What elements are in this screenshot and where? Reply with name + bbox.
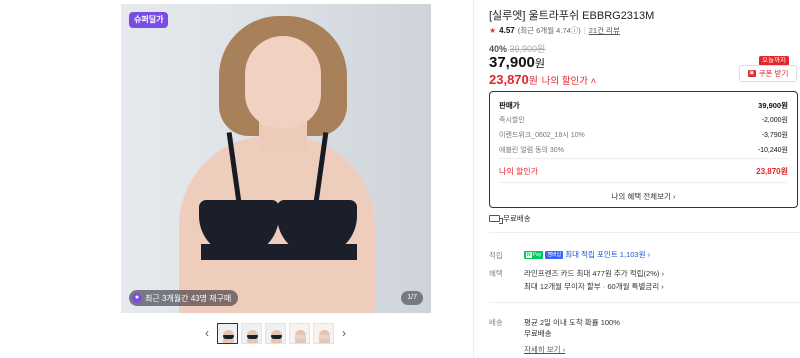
thumbnail-2-bra	[247, 334, 258, 339]
discount-rate: 40%	[489, 44, 508, 54]
price-breakdown-box: 판매가 39,900원 즉시할인 -2,000원 이랜드위크_0602_18시 …	[489, 91, 798, 208]
rating-score: 4.57	[499, 26, 515, 35]
pb-divider	[499, 182, 788, 183]
pb-my-price-value: 23,870원	[756, 167, 788, 176]
review-link[interactable]: 21건 리뷰	[589, 25, 620, 36]
super-deal-badge: 슈퍼딜가	[129, 12, 169, 28]
my-price-toggle[interactable]: 나의 할인가 ˄	[542, 76, 597, 87]
free-shipping-row: 무료배송	[489, 213, 531, 224]
pb-discount-value: -10,240원	[757, 147, 788, 154]
star-icon: ★	[489, 26, 497, 35]
accrual-value[interactable]: N Pay 멤버십 최대 적립 포인트 1,103원 ›	[524, 249, 650, 260]
thumbnail-1[interactable]	[217, 322, 238, 344]
pb-discount-value: -3,790원	[761, 132, 788, 139]
pb-discount-row: 에블린 얼럼 동의 30% -10,240원	[499, 145, 788, 155]
membership-icon: 멤버십	[545, 251, 564, 260]
pb-discount-label: 이랜드위크_0602_18시 10%	[499, 132, 585, 139]
thumbnail-prev-icon[interactable]: ‹	[200, 326, 214, 340]
thumbnail-2[interactable]	[241, 322, 262, 344]
delivery-label: 배송	[489, 318, 503, 327]
pb-my-price-label: 나의 할인가	[499, 167, 539, 176]
thumbnail-4-bra	[295, 334, 306, 339]
accrual-label: 적립	[489, 251, 503, 260]
pb-discount-row: 이랜드위크_0602_18시 10% -3,790원	[499, 130, 788, 140]
rating-recent: (최근 6개월 4.74ⓘ)	[517, 26, 581, 35]
pb-discount-label: 즉시할인	[499, 117, 525, 124]
main-product-image[interactable]: 슈퍼딜가 ● 최근 3개월간 43명 재구매 1/7	[121, 4, 431, 313]
image-counter: 1/7	[401, 291, 423, 305]
sale-price-value: 37,900	[489, 54, 535, 71]
pb-sale-row: 판매가 39,900원	[499, 100, 788, 111]
delivery-more-link[interactable]: 자세히 보기 ›	[524, 344, 565, 355]
pb-discount-value: -2,000원	[761, 117, 788, 124]
coupon-button-label: 쿠폰 받기	[758, 69, 789, 78]
section-divider	[489, 232, 800, 233]
pb-discount-label: 에블린 얼럼 동의 30%	[499, 147, 564, 154]
thumbnail-5[interactable]	[313, 322, 334, 344]
truck-icon	[489, 215, 503, 224]
pb-discount-row: 즉시할인 -2,000원	[499, 115, 788, 125]
point-link[interactable]: 최대 적립 포인트 1,103원 ›	[565, 250, 650, 259]
my-price-value: 23,870	[489, 72, 529, 87]
user-icon: ●	[132, 293, 142, 303]
thumbnail-3-bra	[271, 334, 282, 339]
rating-separator: |	[583, 26, 586, 35]
benefit-label: 혜택	[489, 269, 503, 278]
all-benefits-link[interactable]: 나의 혜택 전체보기 ›	[490, 191, 797, 202]
sale-price-unit: 원	[534, 58, 546, 70]
installment-link[interactable]: 최대 12개월 무이자 할부 · 60개월 특별금리 ›	[524, 281, 664, 292]
thumbnail-5-bra	[319, 334, 330, 339]
pb-sale-label: 판매가	[499, 101, 520, 110]
my-price-unit: 원	[528, 76, 538, 87]
delivery-rate: 평균 2일 이내 도착 확률 100%	[524, 318, 620, 327]
coupon-button[interactable]: ▣ 쿠폰 받기	[739, 65, 797, 82]
free-shipping-text: 무료배송	[503, 214, 531, 223]
my-discount-price[interactable]: 23,870원 나의 할인가 ˄	[489, 72, 596, 87]
product-info: [실루엣] 울트라푸쉬 EBBRG2313M ★ 4.57 (최근 6개월 4.…	[489, 0, 800, 358]
card-benefit-link[interactable]: 라인프렌즈 카드 최대 477원 추가 적립(2%) ›	[524, 268, 664, 279]
pb-divider	[499, 158, 788, 159]
rebuy-text: 최근 3개월간 43명 재구매	[145, 293, 232, 303]
rating-row: ★ 4.57 (최근 6개월 4.74ⓘ) | 21건 리뷰	[489, 25, 620, 36]
model-face	[245, 36, 321, 128]
pb-sale-value: 39,900원	[758, 101, 788, 110]
thumbnail-4[interactable]	[289, 322, 310, 344]
original-price: 39,900원	[509, 44, 546, 54]
bra-band	[201, 244, 357, 260]
sale-price: 37,900원	[489, 54, 545, 71]
npay-icon: N Pay	[524, 251, 544, 260]
delivery-free: 무료배송	[524, 329, 552, 338]
product-title: [실루엣] 울트라푸쉬 EBBRG2313M	[489, 10, 655, 22]
thumbnail-3[interactable]	[265, 322, 286, 344]
thumbnail-strip: ‹ ›	[200, 320, 360, 346]
thumbnail-1-bra	[223, 334, 234, 339]
section-divider	[489, 302, 800, 303]
column-divider	[473, 0, 474, 358]
coupon-icon: ▣	[747, 70, 756, 77]
thumbnail-next-icon[interactable]: ›	[337, 326, 351, 340]
rebuy-badge: ● 최근 3개월간 43명 재구매	[129, 290, 239, 306]
pb-my-price-row: 나의 할인가 23,870원	[499, 166, 788, 177]
product-page: 슈퍼딜가 ● 최근 3개월간 43명 재구매 1/7 ‹ › [실루엣] 울트라…	[0, 0, 800, 358]
